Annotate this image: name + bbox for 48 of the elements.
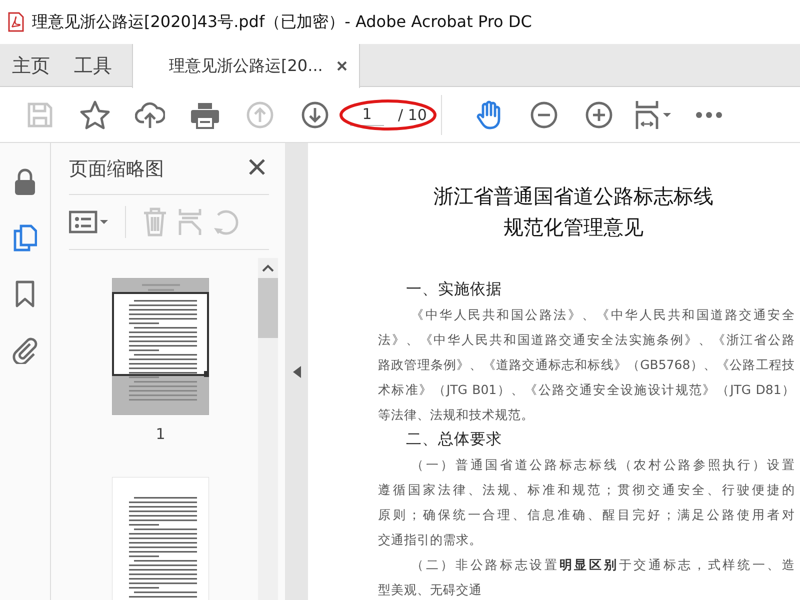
lock-icon bbox=[14, 168, 36, 196]
body-text-line: 《中华人民共和国公路法》、《中华人民共和国道路交通安全 bbox=[410, 306, 795, 324]
pdf-file-icon bbox=[8, 12, 24, 32]
window-title: 理意见浙公路运[2020]43号.pdf（已加密）- Adobe Acrobat Pro DC bbox=[32, 12, 532, 32]
close-icon bbox=[336, 61, 347, 71]
arrow-down-circle-icon bbox=[300, 100, 328, 128]
body-text-line: 等法律、法规和技术规范。 bbox=[378, 406, 535, 424]
rotate-icon bbox=[212, 208, 240, 236]
thumbnail-options-icon bbox=[69, 210, 109, 234]
body-text-line: 遵循国家法律、法规、标准和规范；贯彻交通安全、行驶便捷的 bbox=[378, 481, 795, 499]
scroll-up-icon bbox=[262, 264, 274, 272]
printer-icon bbox=[190, 100, 220, 128]
paperclip-icon bbox=[12, 336, 38, 364]
trash-icon bbox=[142, 207, 168, 237]
zoom-out-icon bbox=[530, 100, 558, 128]
body-text-line: 原则；确保统一合理、信息准确、醒目完好；满足公路使用者对 bbox=[378, 506, 795, 524]
page-thumbnail-drawing[interactable] bbox=[112, 477, 209, 600]
tab[interactable]: 理意见浙公路运[20... bbox=[132, 44, 360, 88]
document-title: 浙江省普通国省道公路标志标线 bbox=[432, 183, 714, 210]
extract-page-icon bbox=[178, 208, 202, 236]
tab[interactable]: 主页 bbox=[0, 44, 62, 87]
cloud-upload-icon bbox=[134, 100, 164, 128]
arrow-up-circle-icon bbox=[246, 100, 274, 128]
page-thumbnail-drawing[interactable] bbox=[112, 278, 209, 415]
more-icon bbox=[695, 110, 724, 118]
body-text-line: 术标准》（JTG B01）、《公路交通安全设施设计规范》（JTG D81） bbox=[378, 381, 795, 399]
collapse-arrow-icon bbox=[292, 366, 300, 378]
body-text-line: 法》、《中华人民共和国道路交通安全法实施条例》、《浙江省公路 bbox=[378, 331, 795, 349]
pages-icon bbox=[13, 224, 37, 252]
save-icon bbox=[26, 100, 54, 128]
zoom-in-icon bbox=[585, 100, 614, 128]
bookmark-icon bbox=[15, 280, 35, 308]
section-heading: 二、总体要求 bbox=[405, 429, 503, 450]
body-text-line: 型美观、无碍交通 bbox=[378, 581, 483, 599]
body-text-line: 交通指引的需求。 bbox=[378, 531, 483, 549]
body-text-line: （一）普通国省道公路标志标线（农村公路参照执行）设置 bbox=[410, 456, 795, 474]
page-number-field[interactable]: 1 bbox=[350, 103, 384, 126]
scrollbar-thumb[interactable] bbox=[258, 278, 278, 338]
star-icon bbox=[80, 100, 110, 130]
body-text-line: （二）非公路标志设置明显区别于交通标志，式样统一、造 bbox=[410, 556, 795, 574]
panel-title: 页面缩略图 bbox=[69, 156, 164, 182]
body-text-line: 路政管理条例》、《道路交通标志和标线》（GB5768）、《公路工程技 bbox=[378, 356, 795, 374]
tab[interactable]: 工具 bbox=[62, 44, 124, 87]
page-total: / 10 bbox=[398, 106, 427, 124]
section-heading: 一、实施依据 bbox=[405, 279, 503, 300]
document-title: 规范化管理意见 bbox=[502, 214, 644, 241]
page-label: 1 bbox=[156, 425, 166, 443]
close-icon bbox=[248, 158, 266, 176]
